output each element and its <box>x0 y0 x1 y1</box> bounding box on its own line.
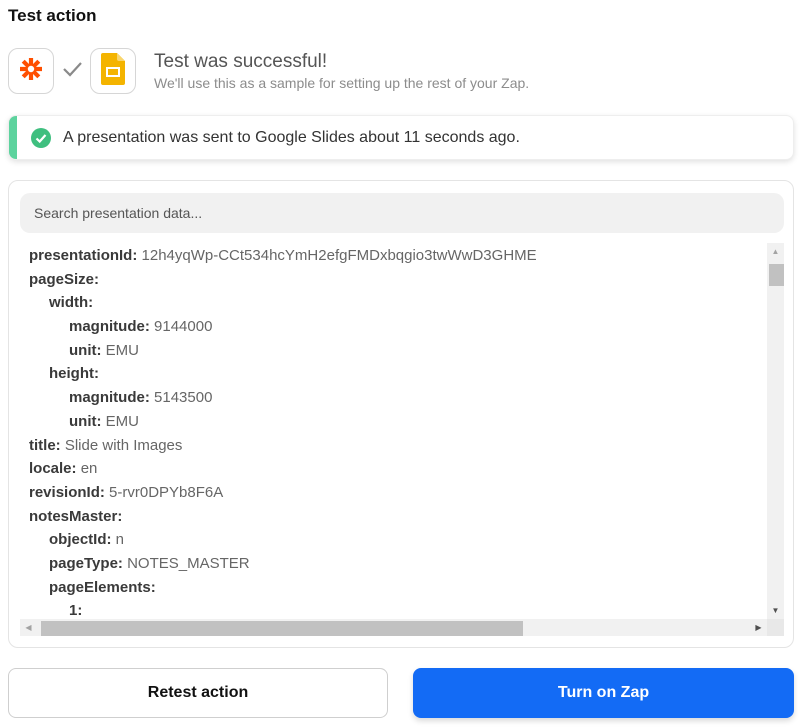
google-slides-app-tile <box>90 48 136 94</box>
search-input[interactable] <box>20 193 784 233</box>
data-tree-row: height: <box>29 362 768 386</box>
data-value: EMU <box>105 341 139 359</box>
data-tree-row: 1: <box>29 599 768 619</box>
success-title: Test was successful! <box>154 51 328 72</box>
zapier-asterisk-icon <box>18 56 44 87</box>
page-title: Test action <box>8 6 97 25</box>
data-key: notesMaster: <box>29 507 123 525</box>
data-tree-row: pageElements: <box>29 576 768 600</box>
data-key: pageElements: <box>49 578 156 596</box>
scrollbar-corner <box>767 619 784 636</box>
data-value: en <box>80 460 98 478</box>
turn-on-zap-button[interactable]: Turn on Zap <box>413 668 794 718</box>
data-tree: presentationId: 12h4yqWp-CCt534hcYmH2efg… <box>20 243 768 619</box>
data-value: 5-rvr0DPYb8F6A <box>109 483 224 501</box>
success-subtitle: We'll use this as a sample for setting u… <box>154 75 530 91</box>
data-key: magnitude: <box>69 318 150 336</box>
data-tree-row: pageSize: <box>29 268 768 292</box>
data-key: title: <box>29 436 61 454</box>
data-key: presentationId: <box>29 247 138 264</box>
data-value: EMU <box>105 412 139 430</box>
step-connector <box>54 60 90 83</box>
data-key: pageSize: <box>29 270 100 288</box>
horizontal-scroll-thumb[interactable] <box>41 621 523 636</box>
data-value: n <box>115 531 125 549</box>
data-tree-viewport: presentationId: 12h4yqWp-CCt534hcYmH2efg… <box>20 243 784 641</box>
data-key: unit: <box>69 341 102 359</box>
data-tree-row: locale: en <box>29 457 768 481</box>
scroll-left-arrow-icon[interactable]: ◀ <box>20 619 37 636</box>
data-tree-row: title: Slide with Images <box>29 434 768 458</box>
data-key: locale: <box>29 460 77 478</box>
retest-action-button[interactable]: Retest action <box>8 668 388 718</box>
check-circle-icon <box>31 127 51 148</box>
vertical-scrollbar[interactable]: ▲ ▼ <box>767 243 784 619</box>
data-value: NOTES_MASTER <box>127 554 250 572</box>
test-result-header: Test was successful! We'll use this as a… <box>8 48 529 94</box>
data-tree-row: presentationId: 12h4yqWp-CCt534hcYmH2efg… <box>29 244 768 268</box>
data-tree-row: unit: EMU <box>29 410 768 434</box>
data-tree-row: magnitude: 9144000 <box>29 315 768 339</box>
horizontal-scrollbar[interactable]: ◀ ▶ <box>20 619 767 636</box>
data-key: 1: <box>69 602 83 619</box>
scroll-up-arrow-icon[interactable]: ▲ <box>767 243 784 260</box>
alert-message: A presentation was sent to Google Slides… <box>63 128 520 146</box>
data-key: pageType: <box>49 554 123 572</box>
data-tree-row: notesMaster: <box>29 505 768 529</box>
data-value: 12h4yqWp-CCt534hcYmH2efgFMDxbqgio3twWwD3… <box>141 247 537 264</box>
data-tree-row: pageType: NOTES_MASTER <box>29 552 768 576</box>
data-tree-row: unit: EMU <box>29 339 768 363</box>
data-value: 9144000 <box>154 318 213 336</box>
data-key: unit: <box>69 412 102 430</box>
data-key: objectId: <box>49 531 112 549</box>
sample-data-panel: presentationId: 12h4yqWp-CCt534hcYmH2efg… <box>8 180 794 648</box>
vertical-scroll-thumb[interactable] <box>769 264 784 286</box>
data-key: magnitude: <box>69 389 150 407</box>
alert-accent-bar <box>9 116 17 159</box>
success-alert: A presentation was sent to Google Slides… <box>8 115 794 160</box>
data-key: width: <box>49 294 94 312</box>
data-key: height: <box>49 365 99 383</box>
data-tree-row: objectId: n <box>29 528 768 552</box>
data-value: Slide with Images <box>64 436 183 454</box>
scroll-right-arrow-icon[interactable]: ▶ <box>750 619 767 636</box>
data-value: 5143500 <box>154 389 213 407</box>
zapier-app-tile <box>8 48 54 94</box>
data-tree-row: magnitude: 5143500 <box>29 386 768 410</box>
data-tree-row: width: <box>29 291 768 315</box>
scroll-down-arrow-icon[interactable]: ▼ <box>767 602 784 619</box>
google-slides-icon <box>101 52 125 90</box>
checkmark-icon <box>61 60 83 83</box>
data-tree-row: revisionId: 5-rvr0DPYb8F6A <box>29 481 768 505</box>
data-key: revisionId: <box>29 483 105 501</box>
